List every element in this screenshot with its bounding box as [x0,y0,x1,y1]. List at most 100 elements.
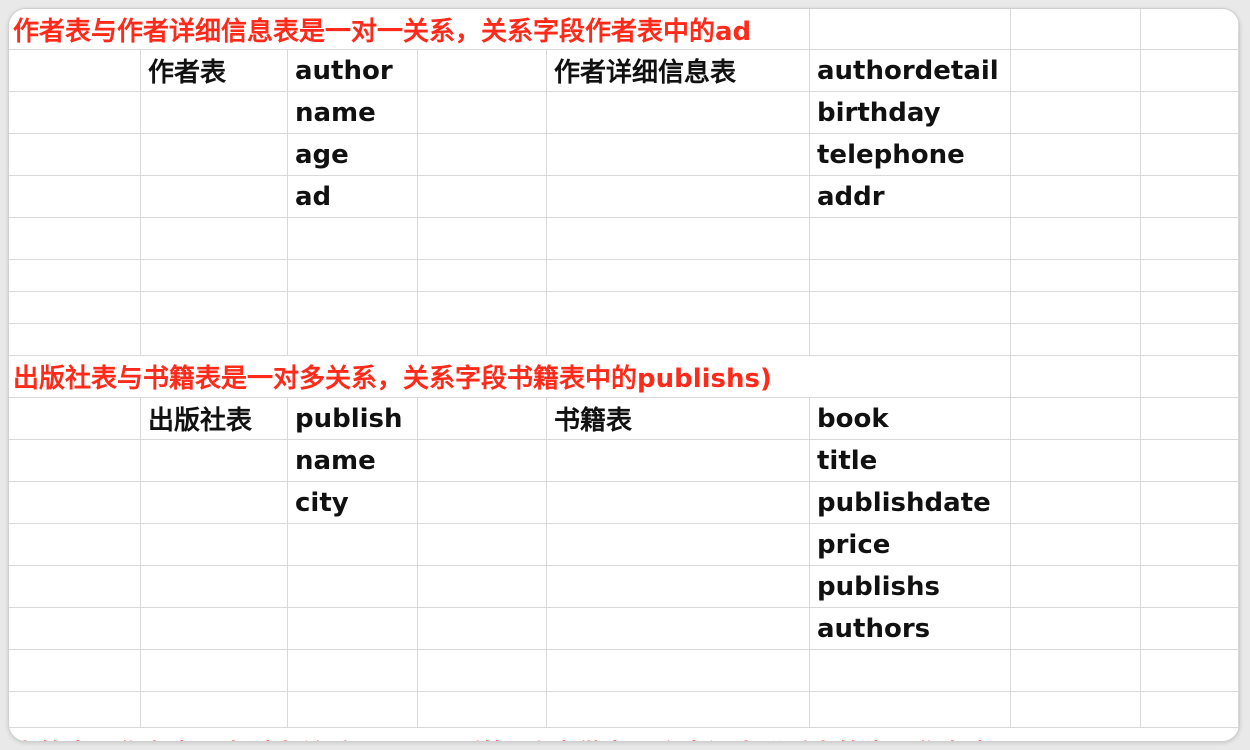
empty-cell[interactable] [1011,482,1141,524]
empty-cell[interactable] [141,440,288,482]
empty-cell[interactable] [810,650,1011,692]
empty-cell[interactable] [1141,292,1239,324]
field-cell[interactable]: name [288,92,418,134]
empty-cell[interactable] [9,566,141,608]
empty-cell[interactable] [1011,356,1141,398]
empty-cell[interactable] [418,92,547,134]
empty-cell[interactable] [418,482,547,524]
table-name-cell[interactable]: 书籍表 [547,398,810,440]
table-name-cell[interactable]: 作者表 [141,50,288,92]
field-cell[interactable]: title [810,440,1011,482]
empty-cell[interactable] [1141,650,1239,692]
empty-cell[interactable] [810,692,1011,728]
empty-cell[interactable] [141,260,288,292]
empty-cell[interactable] [288,218,418,260]
empty-cell[interactable] [1141,482,1239,524]
field-cell[interactable]: city [288,482,418,524]
empty-cell[interactable] [418,324,547,356]
empty-cell[interactable] [141,176,288,218]
empty-cell[interactable] [418,608,547,650]
empty-cell[interactable] [1011,218,1141,260]
empty-cell[interactable] [1011,440,1141,482]
empty-cell[interactable] [547,134,810,176]
empty-cell[interactable] [547,92,810,134]
empty-cell[interactable] [1011,398,1141,440]
empty-cell[interactable] [810,324,1011,356]
empty-cell[interactable] [1141,524,1239,566]
empty-cell[interactable] [1141,440,1239,482]
empty-cell[interactable] [547,692,810,728]
empty-cell[interactable] [1141,692,1239,728]
empty-cell[interactable] [9,482,141,524]
empty-cell[interactable] [141,692,288,728]
empty-cell[interactable] [141,524,288,566]
empty-cell[interactable] [418,50,547,92]
field-cell[interactable]: publish [288,398,418,440]
empty-cell[interactable] [141,650,288,692]
empty-cell[interactable] [288,260,418,292]
empty-cell[interactable] [9,398,141,440]
empty-cell[interactable] [547,440,810,482]
empty-cell[interactable] [547,524,810,566]
empty-cell[interactable] [418,134,547,176]
empty-cell[interactable] [288,292,418,324]
empty-cell[interactable] [1141,50,1239,92]
empty-cell[interactable] [418,566,547,608]
empty-cell[interactable] [547,482,810,524]
empty-cell[interactable] [1141,9,1239,50]
empty-cell[interactable] [547,218,810,260]
empty-cell[interactable] [9,324,141,356]
field-cell[interactable]: age [288,134,418,176]
empty-cell[interactable] [1141,260,1239,292]
empty-cell[interactable] [1141,398,1239,440]
empty-cell[interactable] [9,608,141,650]
empty-cell[interactable] [418,440,547,482]
empty-cell[interactable] [418,260,547,292]
field-cell[interactable]: name [288,440,418,482]
empty-cell[interactable] [9,524,141,566]
empty-cell[interactable] [418,218,547,260]
field-cell[interactable]: price [810,524,1011,566]
empty-cell[interactable] [288,608,418,650]
empty-cell[interactable] [1011,50,1141,92]
empty-cell[interactable] [418,292,547,324]
empty-cell[interactable] [9,50,141,92]
empty-cell[interactable] [1141,608,1239,650]
empty-cell[interactable] [418,692,547,728]
heading-h1[interactable]: 作者表与作者详细信息表是一对一关系，关系字段作者表中的ad [9,9,810,50]
empty-cell[interactable] [288,692,418,728]
field-cell[interactable]: book [810,398,1011,440]
empty-cell[interactable] [1011,134,1141,176]
empty-cell[interactable] [547,566,810,608]
empty-cell[interactable] [1011,608,1141,650]
empty-cell[interactable] [9,260,141,292]
empty-cell[interactable] [141,218,288,260]
field-cell[interactable]: author [288,50,418,92]
field-cell[interactable]: authordetail [810,50,1011,92]
empty-cell[interactable] [9,692,141,728]
empty-cell[interactable] [418,524,547,566]
empty-cell[interactable] [547,608,810,650]
empty-cell[interactable] [810,218,1011,260]
empty-cell[interactable] [810,260,1011,292]
empty-cell[interactable] [547,292,810,324]
empty-cell[interactable] [1141,356,1239,398]
empty-cell[interactable] [1141,566,1239,608]
empty-cell[interactable] [547,176,810,218]
empty-cell[interactable] [9,134,141,176]
empty-cell[interactable] [1141,324,1239,356]
empty-cell[interactable] [547,324,810,356]
empty-cell[interactable] [9,440,141,482]
empty-cell[interactable] [1141,92,1239,134]
empty-cell[interactable] [141,482,288,524]
empty-cell[interactable] [9,292,141,324]
empty-cell[interactable] [1011,176,1141,218]
empty-cell[interactable] [288,650,418,692]
empty-cell[interactable] [1011,324,1141,356]
empty-cell[interactable] [547,260,810,292]
field-cell[interactable]: ad [288,176,418,218]
field-cell[interactable]: birthday [810,92,1011,134]
empty-cell[interactable] [547,650,810,692]
table-name-cell[interactable]: 出版社表 [141,398,288,440]
field-cell[interactable]: authors [810,608,1011,650]
